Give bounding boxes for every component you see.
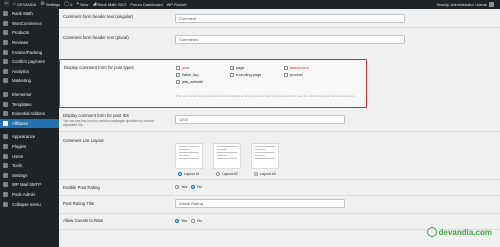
post-rating-yes[interactable]: Yes: [175, 185, 187, 189]
sidebar-item-plugins[interactable]: Plugins: [0, 142, 59, 152]
header-plural-label: Comment form header text (plural): [63, 35, 129, 40]
settings-icon: ⚙: [40, 1, 45, 7]
admin-bar-wp-rocket[interactable]: WP Rocket: [167, 2, 187, 7]
sidebar-item-analytics[interactable]: Analytics: [0, 67, 59, 77]
post-type-checkbox[interactable]: post: [176, 66, 189, 70]
rating-title-input[interactable]: Article Rating: [175, 199, 345, 208]
menu-icon: [3, 201, 8, 207]
post-ids-description: You can use this form for certain post/p…: [63, 119, 155, 127]
watermark-logo-icon: [426, 227, 437, 237]
menu-icon: [3, 78, 8, 84]
sidebar-item-collapse-menu[interactable]: Collapse menu: [0, 199, 59, 209]
avatar: [489, 2, 494, 7]
guests-rate-no[interactable]: No: [187, 219, 202, 223]
layout-3-radio[interactable]: Layout #3: [254, 172, 276, 176]
rank-math-icon: ◢: [92, 1, 97, 7]
sidebar-item-pods-admin[interactable]: Pods Admin: [0, 190, 59, 200]
post-rating-label: Enable Post Rating: [63, 185, 100, 190]
admin-bar-comments[interactable]: ▢ 0: [64, 1, 72, 8]
watermark: devandia.com: [426, 227, 492, 237]
post-type-checkbox[interactable]: ✓ page: [230, 66, 244, 71]
menu-icon: [3, 30, 8, 36]
sidebar-item-confirm-payment[interactable]: Confirm payment: [0, 57, 59, 67]
menu-icon: [3, 68, 8, 74]
sidebar-item-reviews[interactable]: Reviews: [0, 38, 59, 48]
menu-icon: [3, 153, 8, 159]
sidebar-item-woocommerce[interactable]: WooCommerce: [0, 19, 59, 29]
sidebar-item-tools[interactable]: Tools: [0, 161, 59, 171]
divider: [59, 195, 500, 196]
sidebar-item-products[interactable]: Products: [0, 28, 59, 38]
admin-bar-account[interactable]: Howdy, Administrator Utama: [437, 0, 494, 9]
layout-2-radio[interactable]: Layout #2: [216, 172, 238, 176]
header-singular-input[interactable]: Comment: [175, 14, 405, 23]
guests-rate-yes[interactable]: Yes: [175, 219, 187, 223]
menu-icon: [3, 11, 8, 17]
guests-rate-options: Yes No: [175, 219, 202, 223]
post-rating-options: Yes No: [175, 185, 202, 189]
post-ids-input[interactable]: 1200: [175, 115, 345, 124]
admin-bar-rank-math[interactable]: ◢ Rank Math SEO: [92, 1, 126, 8]
settings-form: Comment form header text (singular) Comm…: [59, 9, 500, 247]
menu-icon: [3, 20, 8, 26]
sidebar-item-wp-mail-smtp[interactable]: WP Mail SMTP: [0, 180, 59, 190]
admin-bar-forum-dashboard[interactable]: Forum Dashboard: [130, 2, 162, 7]
divider: [59, 179, 500, 180]
home-icon: ⌂: [13, 1, 17, 7]
header-singular-label: Comment form header text (singular): [63, 14, 134, 19]
layout-1-preview[interactable]: [175, 143, 203, 169]
menu-icon: [3, 120, 8, 126]
admin-bar-new[interactable]: + New: [76, 1, 88, 8]
comment-icon: ▢: [64, 1, 70, 7]
menu-icon: [3, 111, 8, 117]
sidebar-item-invoice-packing[interactable]: Invoice/Packing: [0, 47, 59, 57]
admin-sidebar: Rank Math WooCommerce Products Reviews Invoi…: [0, 9, 59, 247]
post-type-checkbox[interactable]: fiable_faq: [176, 73, 198, 77]
menu-icon: [3, 92, 8, 98]
layout-3-preview[interactable]: [251, 143, 279, 169]
sidebar-item-appearance[interactable]: Appearance: [0, 132, 59, 142]
sidebar-item-users[interactable]: Users: [0, 151, 59, 161]
menu-icon: [3, 40, 8, 46]
admin-bar: ⓦ ⌂ DEVANDA ⚙ Settings ▢ 0 + New ◢ Rank …: [0, 0, 500, 9]
sidebar-item-templates[interactable]: Templates: [0, 99, 59, 109]
divider: [59, 131, 500, 132]
post-types-label: Display comment form for post types: [64, 65, 134, 70]
menu-icon: [3, 163, 8, 169]
post-types-highlight: Display comment form for post types post…: [59, 59, 367, 108]
sidebar-item-affiliates[interactable]: Affiliates: [0, 118, 59, 129]
menu-icon: [3, 101, 8, 107]
layout-label: Comment List Layout: [63, 138, 104, 143]
plus-icon: +: [76, 1, 80, 7]
wordpress-logo-icon[interactable]: ⓦ: [4, 2, 9, 7]
post-type-checkbox[interactable]: attachment: [284, 66, 309, 70]
sidebar-item-marketing[interactable]: Marketing: [0, 76, 59, 86]
guests-rate-label: Allow Guests to Rate: [63, 218, 104, 223]
menu-icon: [3, 191, 8, 197]
menu-icon: [3, 59, 8, 65]
layout-2-preview[interactable]: [213, 143, 241, 169]
post-type-checkbox[interactable]: product: [284, 73, 303, 77]
menu-icon: [3, 182, 8, 188]
post-type-checkbox[interactable]: jeta_website: [176, 80, 203, 84]
post-ids-label: Display comment form for post IDs: [63, 113, 129, 118]
layout-1-radio[interactable]: Layout #1: [178, 172, 200, 176]
sidebar-item-elementor[interactable]: Elementor: [0, 90, 59, 100]
menu-icon: [3, 172, 8, 178]
divider: [59, 27, 500, 28]
admin-bar-site-name[interactable]: ⌂ DEVANDA: [13, 1, 36, 8]
menu-icon: [3, 134, 8, 140]
header-plural-input[interactable]: Comments: [175, 35, 405, 44]
admin-bar-settings[interactable]: ⚙ Settings: [40, 1, 60, 8]
menu-icon: [3, 144, 8, 150]
post-rating-no[interactable]: No: [187, 185, 202, 189]
sidebar-item-settings[interactable]: Settings: [0, 171, 59, 181]
sidebar-item-essential-addons[interactable]: Essential Addons: [0, 109, 59, 119]
divider: [59, 213, 500, 214]
rating-title-label: Post Rating Title: [63, 201, 95, 206]
post-type-checkbox[interactable]: e-landing-page: [230, 73, 261, 77]
post-types-hint: The red marked post types are already at…: [176, 94, 356, 98]
menu-icon: [3, 49, 8, 55]
sidebar-item-rank-math[interactable]: Rank Math: [0, 9, 59, 19]
